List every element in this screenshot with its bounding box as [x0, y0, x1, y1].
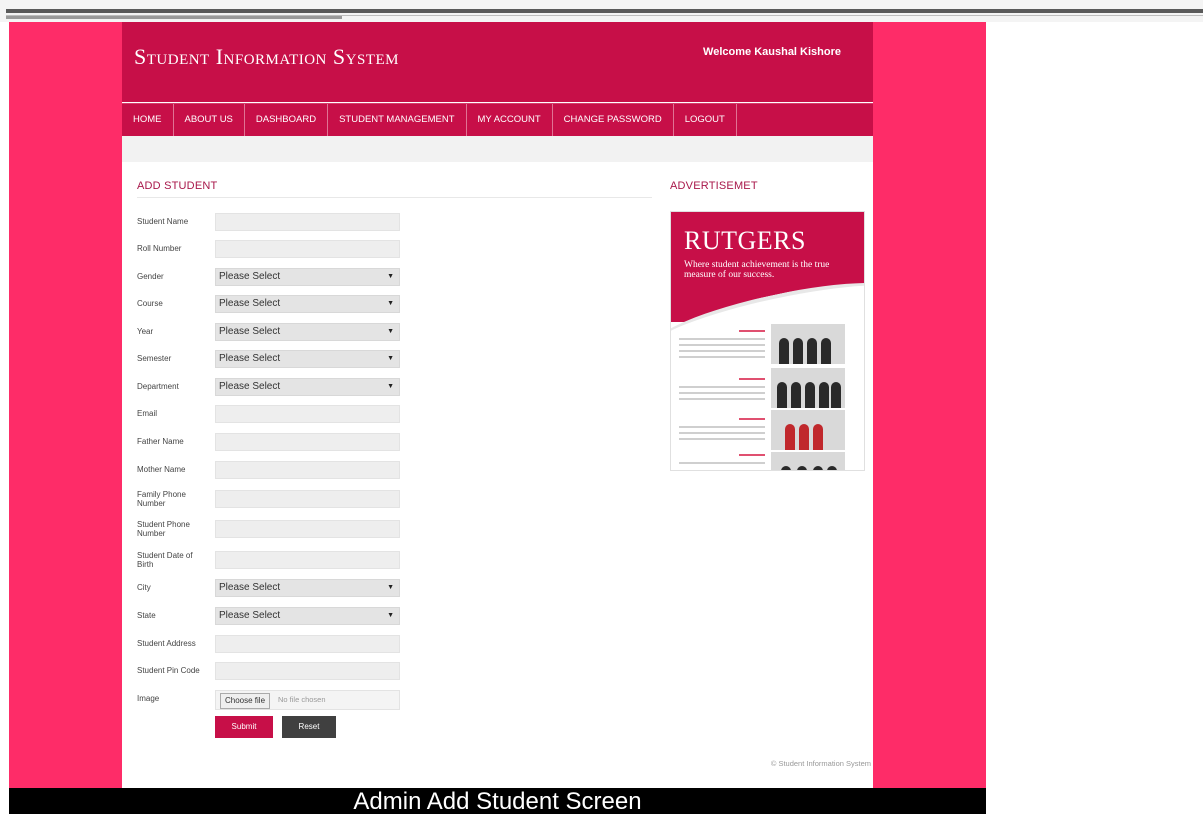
ad-text-line	[679, 438, 765, 440]
address-input[interactable]	[215, 635, 400, 653]
submit-button[interactable]: Submit	[215, 716, 273, 738]
ad-photo	[771, 324, 845, 364]
ad-photo	[771, 410, 845, 450]
dropdown-arrow-icon: ▼	[387, 328, 394, 335]
dropdown-arrow-icon: ▼	[387, 584, 394, 591]
family-phone-input[interactable]	[215, 490, 400, 508]
city-select[interactable]: Please Select ▼	[215, 579, 400, 597]
student-name-input[interactable]	[215, 213, 400, 231]
dropdown-arrow-icon: ▼	[387, 273, 394, 280]
ad-text-line	[679, 344, 765, 346]
state-select-value: Please Select	[219, 610, 281, 621]
advertisement-title: ADVERTISEMET	[670, 180, 758, 192]
ad-text-line	[679, 386, 765, 388]
screen-caption: Admin Add Student Screen	[9, 788, 986, 815]
top-bar-line	[6, 9, 1203, 13]
email-label: Email	[137, 409, 158, 418]
sub-header-bar	[122, 136, 873, 162]
roll-number-label: Roll Number	[137, 244, 182, 253]
top-bar-highlight	[6, 16, 342, 19]
dropdown-arrow-icon: ▼	[387, 612, 394, 619]
dob-input[interactable]	[215, 551, 400, 569]
browser-top-bar	[0, 0, 1203, 22]
ad-text-line	[679, 338, 765, 340]
dropdown-arrow-icon: ▼	[387, 300, 394, 307]
year-select[interactable]: Please Select ▼	[215, 323, 400, 341]
pin-code-label: Student Pin Code	[137, 666, 200, 675]
form-title: ADD STUDENT	[137, 180, 218, 192]
ad-text-line	[679, 462, 765, 464]
image-label: Image	[137, 694, 160, 703]
pin-code-input[interactable]	[215, 662, 400, 680]
city-label: City	[137, 583, 151, 592]
welcome-message: Welcome Kaushal Kishore	[703, 46, 841, 58]
site-title[interactable]: Student Information System	[134, 44, 399, 70]
reset-button[interactable]: Reset	[282, 716, 336, 738]
nav-item-logout[interactable]: LOGOUT	[674, 104, 737, 136]
ad-tagline: Where student achievement is the true me…	[684, 260, 830, 280]
department-label: Department	[137, 382, 179, 391]
form-title-divider	[137, 197, 652, 198]
gender-select-value: Please Select	[219, 271, 281, 282]
ad-photo	[771, 368, 845, 408]
mother-name-label: Mother Name	[137, 465, 186, 474]
department-select-value: Please Select	[219, 381, 281, 392]
year-label: Year	[137, 327, 154, 336]
semester-label: Semester	[137, 354, 172, 363]
nav-item-dashboard[interactable]: DASHBOARD	[245, 104, 329, 136]
course-select[interactable]: Please Select ▼	[215, 295, 400, 313]
ad-text-line	[679, 432, 765, 434]
mother-name-input[interactable]	[215, 461, 400, 479]
semester-select-value: Please Select	[219, 353, 281, 364]
image-file-input[interactable]: Choose file No file chosen	[215, 690, 400, 710]
email-input[interactable]	[215, 405, 400, 423]
nav-item-change-password[interactable]: CHANGE PASSWORD	[553, 104, 674, 136]
ad-logo: RUTGERS	[684, 226, 806, 255]
state-select[interactable]: Please Select ▼	[215, 607, 400, 625]
city-select-value: Please Select	[219, 582, 281, 593]
department-select[interactable]: Please Select ▼	[215, 378, 400, 396]
ad-text-line	[679, 350, 765, 352]
ad-text-line	[739, 378, 765, 380]
dropdown-arrow-icon: ▼	[387, 383, 394, 390]
dropdown-arrow-icon: ▼	[387, 355, 394, 362]
roll-number-input[interactable]	[215, 240, 400, 258]
course-select-value: Please Select	[219, 298, 281, 309]
student-phone-input[interactable]	[215, 520, 400, 538]
ad-text-line	[679, 356, 765, 358]
advertisement-banner[interactable]: RUTGERS Where student achievement is the…	[670, 211, 865, 471]
gender-label: Gender	[137, 272, 164, 281]
ad-text-line	[739, 330, 765, 332]
nav-item-my-account[interactable]: MY ACCOUNT	[467, 104, 553, 136]
nav-item-home[interactable]: HOME	[122, 104, 174, 136]
file-status: No file chosen	[278, 695, 326, 704]
dob-label: Student Date of Birth	[137, 551, 193, 569]
ad-text-line	[739, 454, 765, 456]
nav-item-about-us[interactable]: ABOUT US	[174, 104, 245, 136]
gender-select[interactable]: Please Select ▼	[215, 268, 400, 286]
ad-text-line	[679, 392, 765, 394]
footer-copyright: © Student Information System	[770, 759, 871, 768]
main-nav: HOME ABOUT US DASHBOARD STUDENT MANAGEME…	[122, 103, 873, 136]
student-phone-label: Student Phone Number	[137, 520, 190, 538]
year-select-value: Please Select	[219, 326, 281, 337]
family-phone-label: Family Phone Number	[137, 490, 186, 508]
student-name-label: Student Name	[137, 217, 189, 226]
father-name-input[interactable]	[215, 433, 400, 451]
site-header: Student Information System Welcome Kaush…	[122, 22, 873, 102]
address-label: Student Address	[137, 639, 196, 648]
state-label: State	[137, 611, 156, 620]
nav-item-student-management[interactable]: STUDENT MANAGEMENT	[328, 104, 467, 136]
father-name-label: Father Name	[137, 437, 184, 446]
semester-select[interactable]: Please Select ▼	[215, 350, 400, 368]
choose-file-button[interactable]: Choose file	[220, 693, 271, 709]
ad-text-line	[679, 426, 765, 428]
ad-text-line	[679, 398, 765, 400]
ad-text-line	[739, 418, 765, 420]
course-label: Course	[137, 299, 163, 308]
ad-photo	[771, 452, 845, 470]
page-container: Student Information System Welcome Kaush…	[122, 22, 873, 792]
